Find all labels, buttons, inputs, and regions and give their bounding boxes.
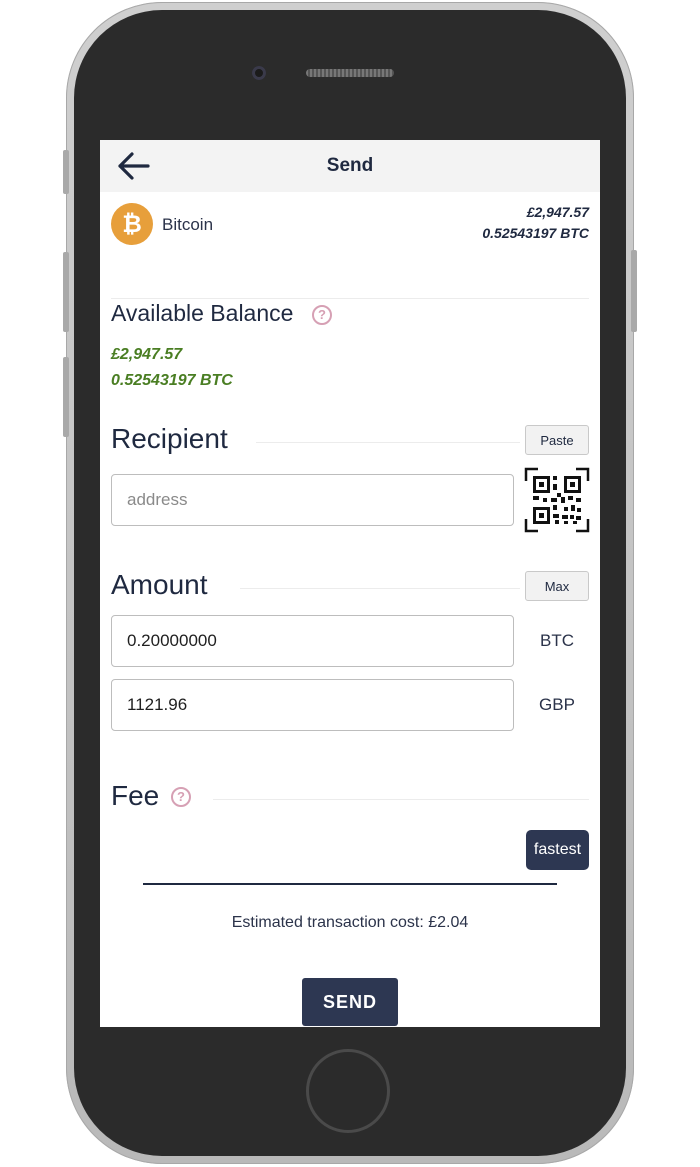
divider [213, 799, 589, 800]
fee-heading: Fee [111, 780, 160, 811]
mute-switch [63, 150, 69, 194]
recipient-address-input[interactable]: address [111, 474, 514, 526]
volume-up-button [63, 252, 69, 332]
amount-gbp-input[interactable]: 1121.96 [111, 679, 514, 731]
page-title: Send [326, 155, 374, 176]
divider [240, 588, 520, 589]
paste-button[interactable]: Paste [525, 425, 589, 455]
top-bar: Send [100, 140, 600, 192]
coin-name: Bitcoin [162, 215, 214, 234]
question-icon[interactable]: ? [312, 305, 332, 325]
available-balance-crypto: 0.52543197 BTC [111, 372, 233, 389]
svg-text:₿: ₿ [122, 210, 142, 238]
amount-heading: Amount [111, 569, 208, 600]
fee-slider-thumb[interactable]: fastest [526, 830, 589, 870]
fee-slider-track[interactable] [143, 883, 557, 885]
recipient-heading: Recipient [111, 423, 228, 454]
divider [256, 442, 520, 443]
app-screen: Send ₿ Bitcoin £2,947.57 0.52543197 BTC … [100, 140, 600, 1027]
qr-code-icon[interactable] [524, 467, 590, 533]
amount-gbp-unit: GBP [539, 695, 575, 714]
volume-down-button [63, 357, 69, 437]
amount-btc-input[interactable]: 0.20000000 [111, 615, 514, 667]
available-balance-fiat: £2,947.57 [111, 346, 183, 363]
bitcoin-icon: ₿ [111, 203, 153, 245]
estimated-cost: Estimated transaction cost: £2.04 [231, 914, 469, 931]
home-button [306, 1049, 390, 1133]
coin-balance-fiat: £2,947.57 [526, 204, 589, 220]
amount-btc-unit: BTC [540, 631, 574, 650]
coin-balance-crypto: 0.52543197 BTC [482, 225, 589, 241]
earpiece-speaker [306, 69, 394, 77]
max-button[interactable]: Max [525, 571, 589, 601]
power-button [631, 250, 637, 332]
divider [111, 298, 589, 299]
front-camera [252, 66, 266, 80]
coin-balance: £2,947.57 0.52543197 BTC [482, 202, 589, 244]
available-balance-heading: Available Balance [111, 300, 294, 326]
send-button[interactable]: SEND [302, 978, 398, 1026]
question-icon[interactable]: ? [171, 787, 191, 807]
available-balance-values: £2,947.57 0.52543197 BTC [111, 342, 233, 394]
